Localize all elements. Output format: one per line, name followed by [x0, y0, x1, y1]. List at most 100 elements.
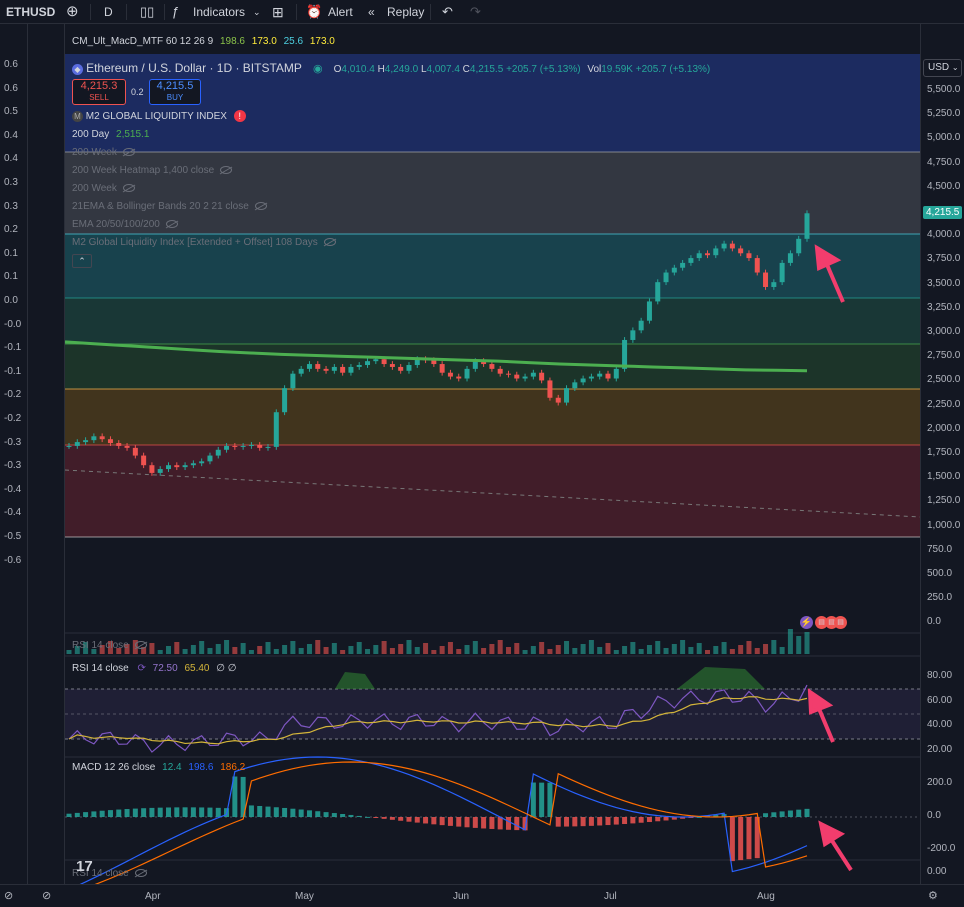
replay-button[interactable]: Replay: [387, 0, 424, 24]
signal-line: [94, 761, 808, 884]
macd-hist-bar: [771, 812, 777, 817]
x-tick: Jul: [604, 891, 617, 902]
volume-bar: [713, 646, 719, 654]
rsi-tick: 60.00: [927, 694, 953, 706]
volume-bar: [738, 645, 744, 654]
rsi-extra: ∅ ∅: [216, 663, 237, 674]
indicator-21ema-bb[interactable]: 21EMA & Bollinger Bands 20 2 21 close: [72, 201, 267, 212]
alert-button[interactable]: Alert: [328, 0, 353, 24]
indicator-value: 2,515.1: [116, 129, 150, 140]
currency-select[interactable]: USD ⌄: [923, 59, 962, 77]
macd-hist-bar: [763, 813, 769, 817]
alert-clock-icon[interactable]: ⏰: [306, 0, 322, 24]
price-tick: 3,000.0: [927, 326, 961, 337]
left-tick: 0.5: [4, 106, 18, 118]
indicator-m2[interactable]: M M2 GLOBAL LIQUIDITY INDEX !: [72, 110, 246, 122]
hidden-eye-icon[interactable]: [254, 202, 267, 211]
indicators-button[interactable]: Indicators: [193, 0, 245, 24]
undo-icon[interactable]: ↶: [442, 0, 453, 24]
candle: [99, 436, 105, 440]
goto-date-icon[interactable]: ⊘: [4, 889, 13, 902]
hidden-eye-icon[interactable]: [134, 869, 147, 878]
chevron-down-icon[interactable]: ⌄: [253, 0, 261, 24]
rsi-legend[interactable]: RSI 14 close ⟳ 72.50 65.40 ∅ ∅: [72, 663, 236, 674]
candles-icon[interactable]: ▯▯: [140, 0, 154, 24]
macd-hist-bar: [91, 811, 97, 817]
indicator-m2-extended[interactable]: M2 Global Liquidity Index [Extended + Of…: [72, 237, 336, 248]
indicator-200week-2[interactable]: 200 Week: [72, 183, 135, 194]
candle: [116, 443, 122, 446]
macd-hist-bar: [514, 817, 520, 831]
ethereum-logo-icon: ◆: [72, 63, 83, 75]
pane-label: RSI 14 close: [72, 640, 129, 651]
indicator-200week[interactable]: 200 Week: [72, 147, 135, 158]
macd-hist-bar: [149, 807, 155, 817]
search-icon[interactable]: ⌕: [0, 0, 1, 24]
sell-button[interactable]: 4,215.3 SELL: [72, 79, 126, 105]
macd-hist-bar: [588, 817, 594, 826]
us-flag-event-icon[interactable]: ▤: [834, 616, 847, 629]
indicator-200week-heatmap[interactable]: 200 Week Heatmap 1,400 close: [72, 165, 233, 176]
macd-hist-bar: [182, 807, 188, 817]
macd-hist-bar: [779, 811, 785, 817]
interval-button[interactable]: D: [104, 0, 113, 24]
redo-icon[interactable]: ↷: [470, 0, 481, 24]
candle: [257, 444, 263, 448]
candle: [74, 442, 80, 446]
hidden-eye-icon[interactable]: [122, 184, 135, 193]
compare-add-icon[interactable]: ⊕: [66, 0, 79, 24]
macd-hist-bar: [655, 817, 661, 822]
hidden-eye-icon[interactable]: [220, 166, 233, 175]
collapse-legend-button[interactable]: ⌃: [72, 254, 92, 268]
candle: [157, 469, 163, 473]
hidden-eye-icon[interactable]: [323, 238, 336, 247]
candle: [804, 213, 810, 239]
indicator-ema[interactable]: EMA 20/50/100/200: [72, 219, 178, 230]
earnings-event-icon[interactable]: ⚡: [800, 616, 813, 629]
error-icon[interactable]: !: [233, 110, 246, 122]
price-tick: 2,750.0: [927, 350, 961, 362]
volume-pane-label[interactable]: RSI 14 close: [72, 640, 147, 651]
macd-legend[interactable]: MACD 12 26 close 12.4 198.6 186.2: [72, 762, 245, 773]
macd-hist-bar: [431, 817, 437, 825]
volume-bar: [323, 647, 329, 654]
settings-gear-icon[interactable]: ⚙: [928, 889, 938, 902]
volume-bar: [456, 649, 462, 654]
candle: [514, 374, 520, 379]
legend-value: 198.6: [219, 36, 245, 47]
macd-hist-bar: [787, 810, 793, 817]
macd-hist-bar: [141, 808, 147, 817]
macd-hist-bar: [572, 817, 578, 827]
time-scale[interactable]: ⊘ ⊘ Apr May Jun Jul Aug ⚙: [0, 884, 964, 907]
volume-bar: [373, 645, 379, 654]
price-scale[interactable]: 5,500.05,250.05,000.04,750.04,500.04,250…: [920, 24, 964, 884]
volume-bar: [439, 646, 445, 654]
replay-icon[interactable]: «: [368, 0, 375, 24]
hidden-eye-icon[interactable]: [165, 220, 178, 229]
candle: [704, 253, 710, 256]
indicators-icon[interactable]: ƒ: [172, 0, 179, 24]
buy-button[interactable]: 4,215.5 BUY: [149, 79, 201, 105]
macd-mtf-legend[interactable]: CM_Ult_MacD_MTF 60 12 26 9 198.6 173.0 2…: [72, 36, 335, 47]
volume-bar: [66, 650, 72, 654]
volume-bar: [182, 649, 188, 654]
symbol-legend[interactable]: ◆ Ethereum / U.S. Dollar · 1D · BITSTAMP…: [72, 61, 710, 75]
price-tick: 2,000.0: [927, 422, 961, 434]
macd-hist-bar: [398, 817, 404, 821]
volume-bar: [605, 643, 611, 654]
hidden-eye-icon[interactable]: [134, 641, 147, 650]
volume-bar: [489, 644, 495, 654]
left-tick: 0.2: [4, 224, 18, 236]
price-band: [65, 298, 920, 344]
symbol-button[interactable]: ETHUSD: [6, 0, 55, 24]
macd-hist-bar: [331, 813, 337, 817]
macd-hist-bar: [265, 806, 271, 817]
zoom-icon[interactable]: ⊘: [42, 889, 51, 902]
hidden-eye-icon[interactable]: [122, 148, 135, 157]
indicator-200day[interactable]: 200 Day 2,515.1: [72, 129, 149, 140]
left-tick: 0.6: [4, 82, 18, 94]
candle: [83, 440, 89, 443]
volume-bar: [240, 643, 246, 654]
chart-canvas[interactable]: [65, 24, 920, 884]
templates-icon[interactable]: ⊞: [272, 0, 284, 24]
